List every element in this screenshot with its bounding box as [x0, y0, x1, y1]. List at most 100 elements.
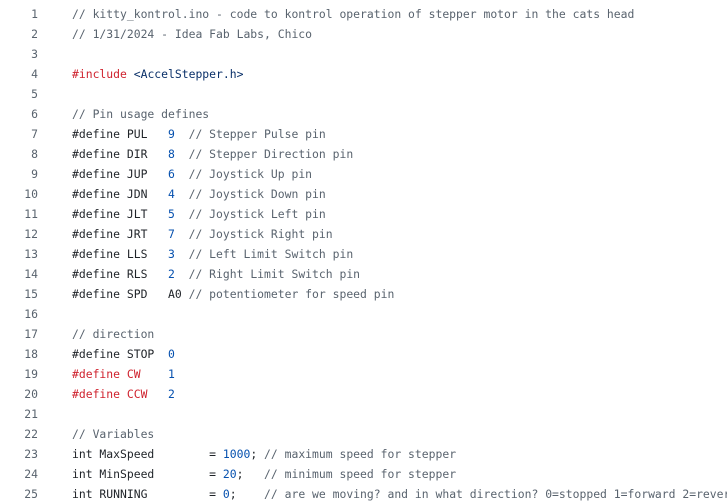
- code-token-plain: #define DIR: [72, 147, 169, 161]
- code-token-number: 6: [168, 167, 175, 181]
- line-number: 14: [24, 267, 38, 281]
- line-source: #define DIR 8 // Stepper Direction pin: [72, 144, 353, 164]
- code-token-plain: int MaxSpeed =: [72, 447, 223, 461]
- line-source: #define LLS 3 // Left Limit Switch pin: [72, 244, 353, 264]
- code-token-comment: // Stepper Direction pin: [188, 147, 354, 161]
- line-source: // Pin usage defines: [72, 104, 209, 124]
- code-token-plain: #define JLT: [72, 207, 169, 221]
- code-token-number: 5: [168, 207, 175, 221]
- code-token-comment: // kitty_kontrol.ino - code to kontrol o…: [72, 7, 635, 21]
- code-token-comment: // minimum speed for stepper: [264, 467, 457, 481]
- code-token-plain: #define PUL: [72, 127, 169, 141]
- code-token-comment: // 1/31/2024 - Idea Fab Labs, Chico: [72, 27, 313, 41]
- line-number: 16: [24, 307, 38, 321]
- code-token-string: <AccelStepper.h>: [133, 67, 244, 81]
- code-token-comment: // Joystick Down pin: [188, 187, 326, 201]
- line-source: #define CCW 2: [72, 384, 175, 404]
- line-number: 19: [24, 367, 38, 381]
- code-token-number: 7: [168, 227, 175, 241]
- line-source: // 1/31/2024 - Idea Fab Labs, Chico: [72, 24, 312, 44]
- line-number: 9: [31, 167, 38, 181]
- line-number: 12: [24, 227, 38, 241]
- line-source: #define JRT 7 // Joystick Right pin: [72, 224, 333, 244]
- code-token-plain: #define RLS: [72, 267, 169, 281]
- line-source: #define JDN 4 // Joystick Down pin: [72, 184, 326, 204]
- line-number: 2: [31, 27, 38, 41]
- code-token-comment: // Left Limit Switch pin: [188, 247, 354, 261]
- line-source: #define PUL 9 // Stepper Pulse pin: [72, 124, 326, 144]
- code-view: 1 // kitty_kontrol.ino - code to kontrol …: [0, 0, 727, 501]
- line-number: 4: [31, 67, 38, 81]
- code-token-plain: #define JRT: [72, 227, 169, 241]
- line-number: 1: [31, 7, 38, 21]
- line-source: int RUNNING = 0; // are we moving? and i…: [72, 484, 727, 501]
- code-token-plain: #define JDN: [72, 187, 169, 201]
- code-token-plain: ;: [250, 447, 265, 461]
- line-number: 18: [24, 347, 38, 361]
- code-token-number: 3: [168, 247, 175, 261]
- code-token-comment: // Joystick Up pin: [188, 167, 313, 181]
- code-token-number: 4: [168, 187, 175, 201]
- line-number: 11: [24, 207, 38, 221]
- code-token-keyword: #define CW: [72, 367, 169, 381]
- line-number: 8: [31, 147, 38, 161]
- line-number: 13: [24, 247, 38, 261]
- code-token-number: 20: [222, 467, 237, 481]
- line-number: 20: [24, 387, 38, 401]
- line-number: 25: [24, 487, 38, 501]
- code-token-comment: // Stepper Pulse pin: [188, 127, 326, 141]
- code-token-number: 2: [168, 387, 175, 401]
- code-token-number: 0: [168, 347, 175, 361]
- line-source: #define CW 1: [72, 364, 175, 384]
- line-source: #define SPD A0 // potentiometer for spee…: [72, 284, 394, 304]
- code-token-comment: // Right Limit Switch pin: [188, 267, 361, 281]
- code-token-plain: #define JUP: [72, 167, 169, 181]
- line-number: 5: [31, 87, 38, 101]
- code-token-number: 1000: [222, 447, 251, 461]
- code-token-number: 9: [168, 127, 175, 141]
- line-source: #define STOP 0: [72, 344, 175, 364]
- line-number: 24: [24, 467, 38, 481]
- code-token-plain: ;: [236, 467, 265, 481]
- code-token-plain: #define SPD A0: [72, 287, 189, 301]
- code-token-plain: int MinSpeed =: [72, 467, 223, 481]
- code-token-comment: // Variables: [72, 427, 155, 441]
- line-source: #define JUP 6 // Joystick Up pin: [72, 164, 312, 184]
- line-source: int MinSpeed = 20; // minimum speed for …: [72, 464, 456, 484]
- code-token-number: 2: [168, 267, 175, 281]
- code-token-comment: // Joystick Right pin: [188, 227, 333, 241]
- code-token-number: 0: [222, 487, 230, 501]
- line-number: 6: [31, 107, 38, 121]
- code-token-plain: ;: [229, 487, 265, 501]
- code-token-comment: // potentiometer for speed pin: [188, 287, 395, 301]
- code-token-comment: // direction: [72, 327, 155, 341]
- line-source: #define RLS 2 // Right Limit Switch pin: [72, 264, 360, 284]
- line-number: 23: [24, 447, 38, 461]
- line-number: 3: [31, 47, 38, 61]
- line-source: // Variables: [72, 424, 154, 444]
- code-token-plain: #define LLS: [72, 247, 169, 261]
- line-number: 21: [24, 407, 38, 421]
- code-token-comment: // Joystick Left pin: [188, 207, 326, 221]
- code-token-plain: int RUNNING =: [72, 487, 223, 501]
- line-source: #define JLT 5 // Joystick Left pin: [72, 204, 326, 224]
- code-token-comment: // maximum speed for stepper: [264, 447, 457, 461]
- line-number: 17: [24, 327, 38, 341]
- line-number: 15: [24, 287, 38, 301]
- code-token-keyword: #define CCW: [72, 387, 169, 401]
- line-number: 10: [24, 187, 38, 201]
- line-source: // direction: [72, 324, 154, 344]
- line-source: #include <AccelStepper.h>: [72, 64, 243, 84]
- code-token-comment: // are we moving? and in what direction?…: [264, 487, 727, 501]
- code-token-keyword: #include: [72, 67, 134, 81]
- line-source: int MaxSpeed = 1000; // maximum speed fo…: [72, 444, 456, 464]
- code-token-number: 1: [168, 367, 175, 381]
- line-number: 22: [24, 427, 38, 441]
- code-token-comment: // Pin usage defines: [72, 107, 210, 121]
